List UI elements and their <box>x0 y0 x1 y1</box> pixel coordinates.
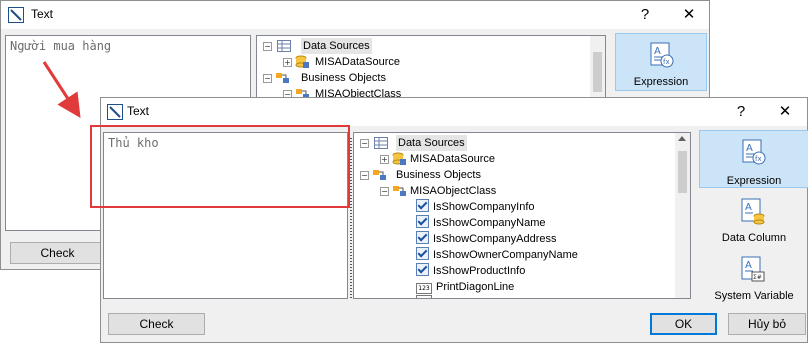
tree-node-label: Business Objects <box>301 72 386 84</box>
highlight-box <box>90 125 350 208</box>
tree-scrollbar[interactable] <box>590 36 605 104</box>
table-icon <box>374 137 388 154</box>
tree-node-label: MISADataSource <box>315 56 400 68</box>
table-icon <box>277 40 291 57</box>
sidebar-label: Expression <box>633 76 689 88</box>
checkbox-icon <box>416 215 429 228</box>
tree-item-isshowproductinfo[interactable]: IsShowProductInfo <box>416 263 525 279</box>
svg-text:A: A <box>745 202 752 213</box>
close-button[interactable]: ✕ <box>669 1 709 29</box>
tree-item-isshowcompanyname[interactable]: IsShowCompanyName <box>416 215 546 231</box>
tree-node-label: MISADataSource <box>410 153 495 165</box>
splitter[interactable] <box>350 138 352 298</box>
sidebar-data-column[interactable]: A Data Column <box>699 192 808 248</box>
business-object-icon <box>372 168 388 187</box>
help-button[interactable]: ? <box>625 1 665 29</box>
cancel-button[interactable]: Hủy bỏ <box>728 313 806 335</box>
tree-item-label: IsShowCompanyAddress <box>433 233 557 245</box>
tree-item-isshowcompanyaddress[interactable]: IsShowCompanyAddress <box>416 231 557 247</box>
close-button[interactable]: ✕ <box>765 98 805 126</box>
sidebar-label: System Variable <box>714 290 794 302</box>
collapse-icon[interactable]: − <box>263 42 272 51</box>
checkbox-icon <box>416 199 429 212</box>
numeric-field-icon: 123 <box>416 283 432 294</box>
collapse-icon[interactable]: − <box>360 139 369 148</box>
sidebar-expression[interactable]: Afx Expression <box>615 33 707 91</box>
system-variable-icon: A Σ# <box>741 256 765 287</box>
tree-item-label: IsShowCompanyInfo <box>433 201 535 213</box>
tree-item-label: IsShowProductInfo <box>433 265 526 277</box>
check-button[interactable]: Check <box>10 242 105 264</box>
collapse-icon[interactable]: − <box>263 74 272 83</box>
scrollbar-thumb[interactable] <box>678 151 687 193</box>
business-object-icon <box>275 71 291 90</box>
scroll-up-icon[interactable] <box>678 136 686 141</box>
dialog-title: Text <box>31 7 54 21</box>
tree-item-isshowcompanyinfo[interactable]: IsShowCompanyInfo <box>416 199 535 215</box>
check-button[interactable]: Check <box>108 313 205 335</box>
data-tree[interactable]: − Data Sources + MISADataSource − Busine… <box>256 35 606 105</box>
tree-item-isshowownercompanyname[interactable]: IsShowOwnerCompanyName <box>416 247 578 263</box>
expression-icon: Afx <box>742 139 766 168</box>
app-icon <box>8 7 24 23</box>
expand-icon[interactable]: + <box>380 155 389 164</box>
dialog-title: Text <box>127 104 150 118</box>
svg-text:fx: fx <box>755 155 762 163</box>
checkbox-icon <box>416 263 429 276</box>
title-bar: Text ? ✕ <box>1 1 709 29</box>
app-icon <box>107 104 123 120</box>
expand-icon[interactable]: + <box>283 58 292 67</box>
tree-scrollbar[interactable] <box>675 133 690 298</box>
svg-text:A: A <box>745 260 752 271</box>
help-button[interactable]: ? <box>721 98 761 126</box>
tree-node-label: Data Sources <box>396 135 467 151</box>
data-column-icon: A <box>741 198 765 229</box>
business-object-icon <box>392 184 408 203</box>
sidebar-label: Data Column <box>721 232 787 244</box>
sidebar-label: Expression <box>726 175 782 187</box>
svg-text:A: A <box>746 143 753 154</box>
checkbox-icon <box>416 247 429 260</box>
collapse-icon[interactable]: − <box>360 171 369 180</box>
svg-text:A: A <box>654 46 661 57</box>
tree-item-label: IsShowCompanyName <box>433 217 546 229</box>
sidebar-expression[interactable]: Afx Expression <box>699 130 808 188</box>
checkbox-icon <box>416 231 429 244</box>
tree-node-label: Data Sources <box>301 38 372 54</box>
svg-text:Σ#: Σ# <box>753 274 762 281</box>
tree-node-label: Business Objects <box>396 169 481 181</box>
title-bar: Text ? ✕ <box>101 98 807 126</box>
tree-item-printdiagonline[interactable]: 123 PrintDiagonLine <box>416 279 514 295</box>
collapse-icon[interactable]: − <box>380 187 389 196</box>
svg-text:fx: fx <box>663 58 670 66</box>
data-tree[interactable]: − Data Sources + MISADataSource − Busine… <box>353 132 691 299</box>
sidebar-system-variable[interactable]: A Σ# System Variable <box>699 252 808 302</box>
scrollbar-thumb[interactable] <box>593 52 602 92</box>
ok-button[interactable]: OK <box>650 313 717 335</box>
tree-item-label: IsShowOwnerCompanyName <box>433 249 578 261</box>
tree-item-partial <box>416 295 432 298</box>
tree-item-label: PrintDiagonLine <box>436 281 515 293</box>
expression-icon: Afx <box>650 42 674 71</box>
tree-node-label: MISAObjectClass <box>410 185 497 197</box>
